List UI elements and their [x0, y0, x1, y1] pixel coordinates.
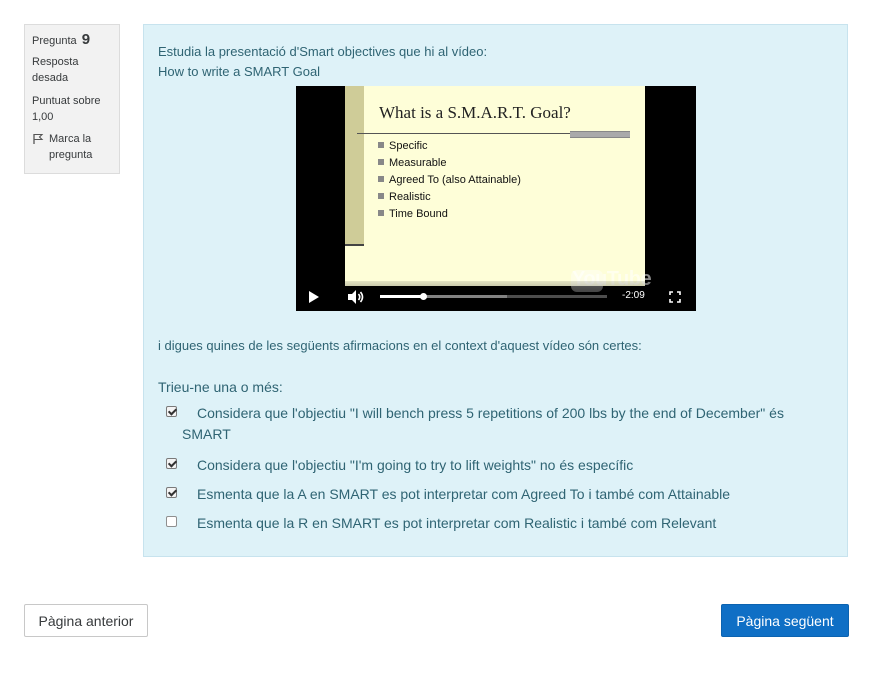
- answer-option-text: Considera que l'objectiu "I'm going to t…: [197, 457, 634, 473]
- previous-page-button[interactable]: Pàgina anterior: [24, 604, 148, 637]
- flag-question-link[interactable]: Marca la pregunta: [32, 131, 113, 163]
- answer-instruction: Trieu-ne una o més:: [158, 379, 283, 395]
- fullscreen-icon: [669, 291, 681, 303]
- video-progress-fill: [380, 295, 424, 298]
- intro-text: Estudia la presentació d'Smart objective…: [158, 44, 488, 59]
- answer-option-text: Considera que l'objectiu "I will bench p…: [182, 405, 784, 442]
- video-time-remaining: -2:09: [622, 290, 645, 301]
- question-intro: Estudia la presentació d'Smart objective…: [158, 42, 487, 82]
- slide-list-item: Agreed To (also Attainable): [378, 172, 521, 189]
- video-controls: -2:09: [296, 281, 696, 311]
- answer-option-text: Esmenta que la R en SMART es pot interpr…: [197, 515, 717, 531]
- fullscreen-button[interactable]: [668, 290, 682, 304]
- question-info-panel: Pregunta 9 Resposta desada Puntuat sobre…: [24, 24, 120, 174]
- flag-question-label: Marca la pregunta: [49, 133, 93, 161]
- video-slide: What is a S.M.A.R.T. Goal? Specific Meas…: [345, 86, 645, 286]
- answer-checkbox[interactable]: [166, 458, 177, 469]
- video-progress-bar[interactable]: [380, 293, 607, 300]
- slide-title: What is a S.M.A.R.T. Goal?: [379, 103, 571, 122]
- slide-list-item: Realistic: [378, 189, 521, 206]
- slide-list: Specific Measurable Agreed To (also Atta…: [378, 138, 521, 223]
- volume-icon: [348, 290, 364, 304]
- question-number-label: Pregunta: [32, 35, 77, 47]
- volume-button[interactable]: [346, 288, 366, 306]
- question-content: Estudia la presentació d'Smart objective…: [143, 24, 848, 557]
- play-icon: [309, 291, 319, 303]
- question-state: Resposta desada: [32, 56, 79, 84]
- video-progress-handle[interactable]: [420, 293, 428, 300]
- answer-checkbox[interactable]: [166, 516, 177, 527]
- video-title-link[interactable]: How to write a SMART Goal: [158, 62, 487, 82]
- question-number-value: 9: [81, 31, 91, 48]
- question-grade: Puntuat sobre 1,00: [32, 95, 101, 123]
- answer-checkbox[interactable]: [166, 487, 177, 498]
- next-page-button[interactable]: Pàgina següent: [721, 604, 849, 637]
- slide-list-item: Measurable: [378, 155, 521, 172]
- answer-checkbox[interactable]: [166, 406, 177, 417]
- question-number: Pregunta 9: [32, 32, 113, 49]
- answer-option-text: Esmenta que la A en SMART es pot interpr…: [197, 486, 731, 502]
- slide-sidebar: [345, 86, 364, 246]
- slide-list-item: Time Bound: [378, 206, 521, 223]
- slide-rule-accent: [570, 131, 630, 138]
- video-player[interactable]: What is a S.M.A.R.T. Goal? Specific Meas…: [296, 86, 696, 311]
- slide-list-item: Specific: [378, 138, 521, 155]
- play-button[interactable]: [306, 289, 322, 305]
- question-prompt: i digues quines de les següents afirmaci…: [158, 338, 642, 353]
- flag-icon: [33, 133, 44, 144]
